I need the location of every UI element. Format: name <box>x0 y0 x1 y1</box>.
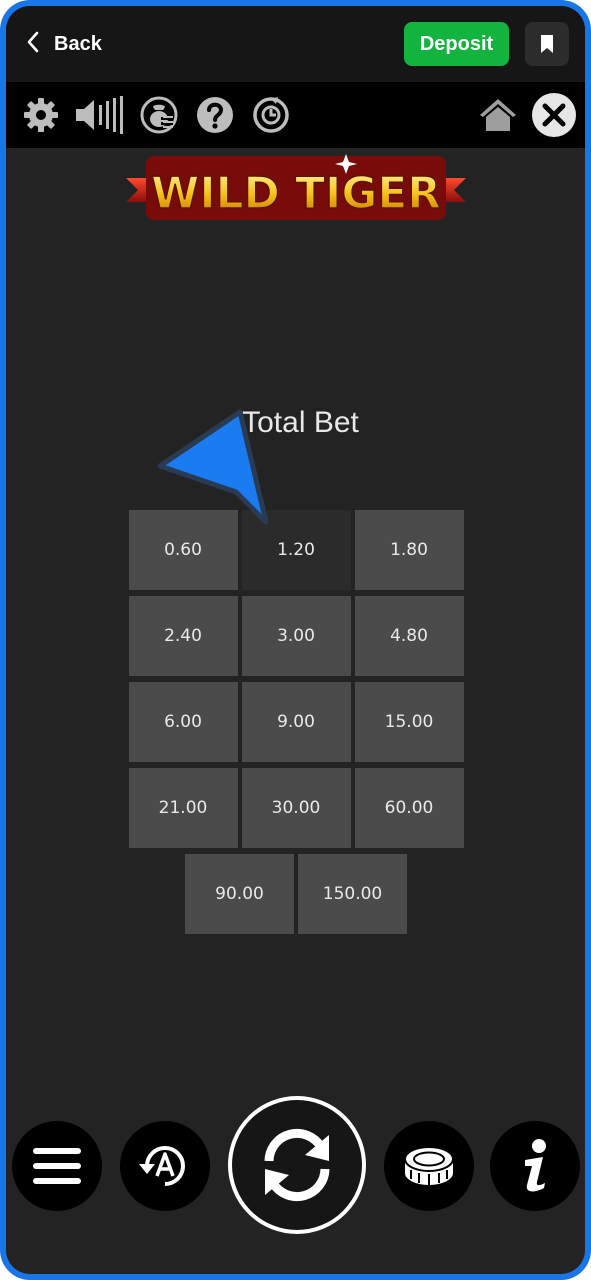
spin-button[interactable] <box>228 1096 366 1234</box>
coin-icon <box>404 1146 454 1185</box>
spin-icon <box>264 1128 330 1202</box>
device-frame: Back Deposit WILD TIGER Total Bet 0.60 1… <box>0 0 591 1280</box>
bet-option[interactable]: 21.00 <box>128 768 238 848</box>
bet-row: 90.00 150.00 <box>128 854 464 934</box>
game-logo: WILD TIGER <box>118 150 474 230</box>
app-screen: Back Deposit WILD TIGER Total Bet 0.60 1… <box>6 6 585 1274</box>
bet-option[interactable]: 1.80 <box>354 510 464 590</box>
total-bet-title: Total Bet <box>242 406 359 439</box>
bet-option[interactable]: 2.40 <box>128 596 238 676</box>
bet-option[interactable]: 9.00 <box>241 682 351 762</box>
pointer-cursor-icon <box>157 409 269 525</box>
bet-option[interactable]: 6.00 <box>128 682 238 762</box>
help-icon[interactable] <box>192 92 238 138</box>
bet-option[interactable]: 15.00 <box>354 682 464 762</box>
close-icon[interactable] <box>531 92 577 138</box>
chevron-left-icon <box>26 31 40 57</box>
bet-row: 6.00 9.00 15.00 <box>128 682 464 762</box>
back-label: Back <box>54 32 102 55</box>
app-bar: Back Deposit <box>6 6 585 82</box>
deposit-button[interactable]: Deposit <box>404 22 509 66</box>
bet-row: 21.00 30.00 60.00 <box>128 768 464 848</box>
menu-button[interactable] <box>12 1121 102 1211</box>
menu-icon <box>33 1148 81 1184</box>
info-icon <box>525 1139 546 1192</box>
bookmark-icon <box>541 35 553 53</box>
bookmark-button[interactable] <box>525 22 569 66</box>
history-icon[interactable] <box>248 92 294 138</box>
autoplay-button[interactable] <box>120 1121 210 1211</box>
bet-option[interactable]: 60.00 <box>354 768 464 848</box>
game-logo-text: WILD TIGER <box>151 168 441 219</box>
home-icon[interactable] <box>475 92 521 138</box>
paytable-icon[interactable] <box>136 92 182 138</box>
back-button[interactable]: Back <box>26 31 102 57</box>
bet-option[interactable]: 30.00 <box>241 768 351 848</box>
game-toolbar <box>6 82 585 148</box>
game-controls <box>6 1094 585 1244</box>
bet-coin-button[interactable] <box>384 1121 474 1211</box>
gear-icon[interactable] <box>18 92 64 138</box>
bet-option[interactable]: 90.00 <box>185 854 294 934</box>
sound-icon[interactable] <box>74 92 126 138</box>
bet-grid: 0.60 1.20 1.80 2.40 3.00 4.80 6.00 9.00 15.00 21.… <box>128 510 464 940</box>
info-button[interactable] <box>490 1121 580 1211</box>
bet-option[interactable]: 150.00 <box>298 854 407 934</box>
bet-row: 2.40 3.00 4.80 <box>128 596 464 676</box>
bet-option[interactable]: 3.00 <box>241 596 351 676</box>
bet-option[interactable]: 4.80 <box>354 596 464 676</box>
autoplay-icon <box>139 1146 185 1186</box>
